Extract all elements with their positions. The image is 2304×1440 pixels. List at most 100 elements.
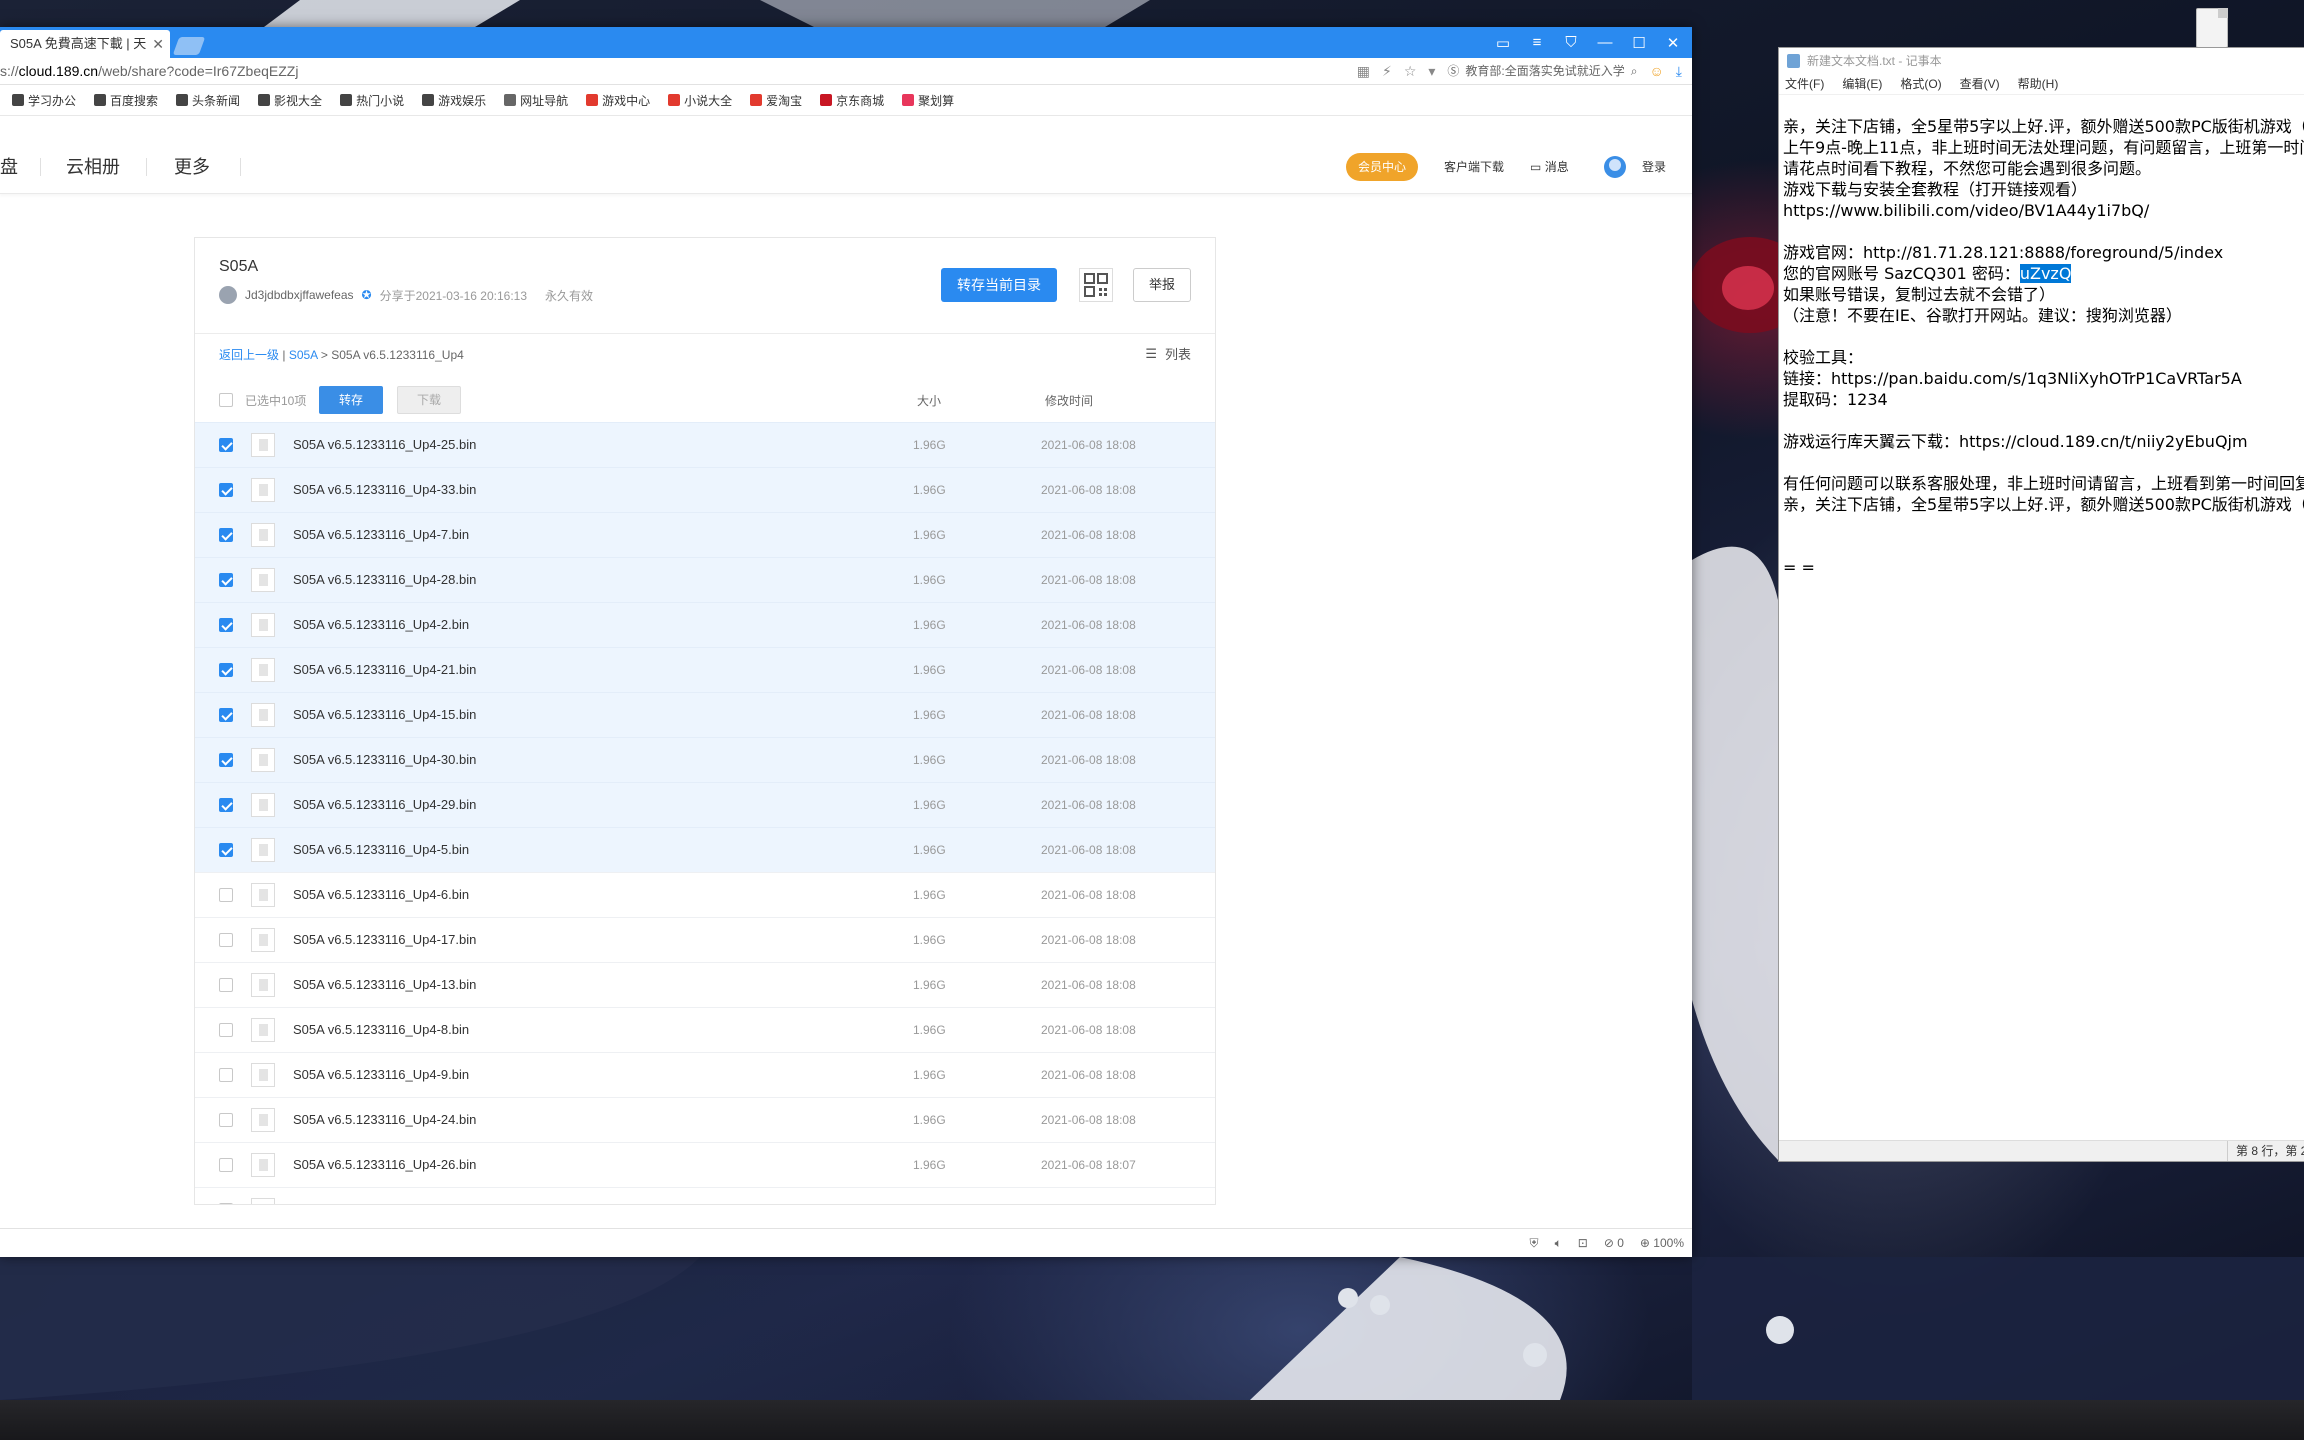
tab-close-icon[interactable]: ✕ (152, 30, 164, 58)
bookmark-item[interactable]: 爱淘宝 (750, 92, 802, 109)
row-checkbox[interactable] (219, 1113, 233, 1127)
notepad-menu-item[interactable]: 文件(F) (1785, 74, 1824, 94)
crumb-back-link[interactable]: 返回上一级 (219, 348, 279, 362)
shield-icon[interactable]: ⛨ (1530, 1229, 1539, 1257)
bookmark-item[interactable]: 学习办公 (12, 92, 76, 109)
row-checkbox[interactable] (219, 528, 233, 542)
bookmark-item[interactable]: 游戏中心 (586, 92, 650, 109)
sound-icon[interactable]: 🔈︎ (1555, 1229, 1562, 1257)
file-name[interactable]: S05A v6.5.1233116_Up4-17.bin (293, 918, 476, 962)
row-checkbox[interactable] (219, 1203, 233, 1204)
close-icon[interactable]: ✕ (1660, 34, 1686, 52)
zoom-control[interactable]: ⊕ 100% (1640, 1229, 1684, 1257)
browser-tab-active[interactable]: S05A 免費高速下載 | 天 ✕ (0, 30, 170, 58)
row-checkbox[interactable] (219, 798, 233, 812)
file-name[interactable]: S05A v6.5.1233116_Up4-33.bin (293, 468, 476, 512)
sharer-name[interactable]: Jd3jdbdbxjffawefeas (245, 288, 354, 302)
row-checkbox[interactable] (219, 618, 233, 632)
new-tab-button[interactable] (172, 37, 206, 55)
file-name[interactable]: S05A v6.5.1233116_Up4-15.bin (293, 693, 476, 737)
file-name[interactable]: S05A v6.5.1233116_Up4-6.bin (293, 873, 469, 917)
download-icon[interactable]: ⤓ (1676, 58, 1682, 84)
desktop-file-icon[interactable] (2196, 8, 2228, 48)
crumb-root-link[interactable]: S05A (289, 348, 318, 362)
client-download-link[interactable]: 客户端下载 (1444, 141, 1504, 193)
emoji-icon[interactable]: ☺ (1650, 58, 1664, 84)
sidebar-toggle-icon[interactable]: ▭ (1490, 34, 1516, 52)
star-icon[interactable]: ☆ (1404, 58, 1417, 84)
lock-icon[interactable]: ⊡ (1578, 1229, 1588, 1257)
table-row[interactable]: S05A v6.5.1233116_Up4-6.bin 1.96G 2021-06-… (195, 872, 1215, 917)
row-checkbox[interactable] (219, 888, 233, 902)
adblock-counter[interactable]: ⊘ 0 (1604, 1229, 1624, 1257)
file-name[interactable]: S05A v6.5.1233116_Up4-21.bin (293, 648, 476, 692)
bookmark-item[interactable]: 聚划算 (902, 92, 954, 109)
table-row[interactable]: S05A v6.5.1233116_Up4-11.bin 1.96G 2021-06… (195, 1187, 1215, 1204)
file-name[interactable]: S05A v6.5.1233116_Up4-5.bin (293, 828, 469, 872)
file-name[interactable]: S05A v6.5.1233116_Up4-13.bin (293, 963, 476, 1007)
table-row[interactable]: S05A v6.5.1233116_Up4-21.bin 1.96G 2021-06… (195, 647, 1215, 692)
notepad-menu-item[interactable]: 编辑(E) (1842, 74, 1882, 94)
vip-center-button[interactable]: 会员中心 (1346, 153, 1418, 181)
row-checkbox[interactable] (219, 843, 233, 857)
lightning-icon[interactable]: ⚡ (1382, 58, 1392, 84)
table-row[interactable]: S05A v6.5.1233116_Up4-28.bin 1.96G 2021-06… (195, 557, 1215, 602)
view-mode-toggle[interactable]: ☰ 列表 (1145, 344, 1191, 363)
bookmark-item[interactable]: 头条新闻 (176, 92, 240, 109)
table-row[interactable]: S05A v6.5.1233116_Up4-13.bin 1.96G 2021-06… (195, 962, 1215, 1007)
nav-cloud-album[interactable]: 云相册 (66, 141, 120, 193)
save-current-dir-button[interactable]: 转存当前目录 (941, 268, 1057, 302)
row-checkbox[interactable] (219, 663, 233, 677)
bookmark-item[interactable]: 网址导航 (504, 92, 568, 109)
row-checkbox[interactable] (219, 1068, 233, 1082)
file-name[interactable]: S05A v6.5.1233116_Up4-29.bin (293, 783, 476, 827)
bookmark-item[interactable]: 影视大全 (258, 92, 322, 109)
qr-code-button[interactable] (1079, 268, 1113, 302)
row-checkbox[interactable] (219, 753, 233, 767)
row-checkbox[interactable] (219, 1023, 233, 1037)
table-row[interactable]: S05A v6.5.1233116_Up4-15.bin 1.96G 2021-06… (195, 692, 1215, 737)
bookmark-item[interactable]: 热门小说 (340, 92, 404, 109)
row-checkbox[interactable] (219, 483, 233, 497)
file-name[interactable]: S05A v6.5.1233116_Up4-28.bin (293, 558, 476, 602)
row-checkbox[interactable] (219, 1158, 233, 1172)
nav-cloud-disk[interactable]: 盘 (0, 141, 18, 193)
search-icon[interactable]: ⌕ (1631, 58, 1638, 84)
table-row[interactable]: S05A v6.5.1233116_Up4-7.bin 1.96G 2021-06-… (195, 512, 1215, 557)
table-row[interactable]: S05A v6.5.1233116_Up4-33.bin 1.96G 2021-06… (195, 467, 1215, 512)
table-row[interactable]: S05A v6.5.1233116_Up4-25.bin 1.96G 2021-06… (195, 422, 1215, 467)
table-row[interactable]: S05A v6.5.1233116_Up4-17.bin 1.96G 2021-06… (195, 917, 1215, 962)
report-button[interactable]: 举报 (1133, 268, 1191, 302)
chevron-down-icon[interactable]: ▾ (1428, 58, 1435, 84)
address-bar[interactable]: s://cloud.189.cn/web/share?code=Ir67Zbeq… (0, 58, 1692, 85)
file-name[interactable]: S05A v6.5.1233116_Up4-8.bin (293, 1008, 469, 1052)
table-row[interactable]: S05A v6.5.1233116_Up4-2.bin 1.96G 2021-06-… (195, 602, 1215, 647)
file-name[interactable]: S05A v6.5.1233116_Up4-25.bin (293, 423, 476, 467)
row-checkbox[interactable] (219, 978, 233, 992)
bookmark-item[interactable]: 小说大全 (668, 92, 732, 109)
notepad-menu-item[interactable]: 查看(V) (1960, 74, 2000, 94)
file-name[interactable]: S05A v6.5.1233116_Up4-24.bin (293, 1098, 476, 1142)
row-checkbox[interactable] (219, 438, 233, 452)
table-row[interactable]: S05A v6.5.1233116_Up4-24.bin 1.96G 2021-06… (195, 1097, 1215, 1142)
notepad-menu-item[interactable]: 格式(O) (1900, 74, 1941, 94)
bookmark-item[interactable]: 游戏娱乐 (422, 92, 486, 109)
search-box[interactable]: Ⓢ 教育部:全面落实免试就近入学 ⌕ (1447, 58, 1637, 84)
bookmark-item[interactable]: 京东商城 (820, 92, 884, 109)
row-checkbox[interactable] (219, 708, 233, 722)
menu-icon[interactable]: ≡ (1524, 34, 1550, 51)
file-name[interactable]: S05A v6.5.1233116_Up4-7.bin (293, 513, 469, 557)
url-text[interactable]: s://cloud.189.cn/web/share?code=Ir67Zbeq… (0, 58, 298, 84)
messages-link[interactable]: ▭ 消息 (1530, 141, 1569, 193)
maximize-icon[interactable]: ☐ (1626, 34, 1652, 52)
select-all-checkbox[interactable] (219, 393, 233, 407)
notepad-text-area[interactable]: 亲，关注下店铺，全5星带5字以上好.评，额外赠送500款PC版街机游戏（免 上午9… (1783, 116, 2304, 578)
table-row[interactable]: S05A v6.5.1233116_Up4-29.bin 1.96G 2021-06… (195, 782, 1215, 827)
login-link[interactable]: 登录 (1642, 141, 1666, 193)
qr-icon[interactable]: ▦ (1357, 58, 1370, 84)
column-header-time[interactable]: 修改时间 (1045, 392, 1093, 409)
skin-icon[interactable]: ⛉ (1558, 34, 1584, 51)
table-row[interactable]: S05A v6.5.1233116_Up4-8.bin 1.96G 2021-06-… (195, 1007, 1215, 1052)
file-name[interactable]: S05A v6.5.1233116_Up4-26.bin (293, 1143, 476, 1187)
file-name[interactable]: S05A v6.5.1233116_Up4-11.bin (293, 1188, 475, 1204)
